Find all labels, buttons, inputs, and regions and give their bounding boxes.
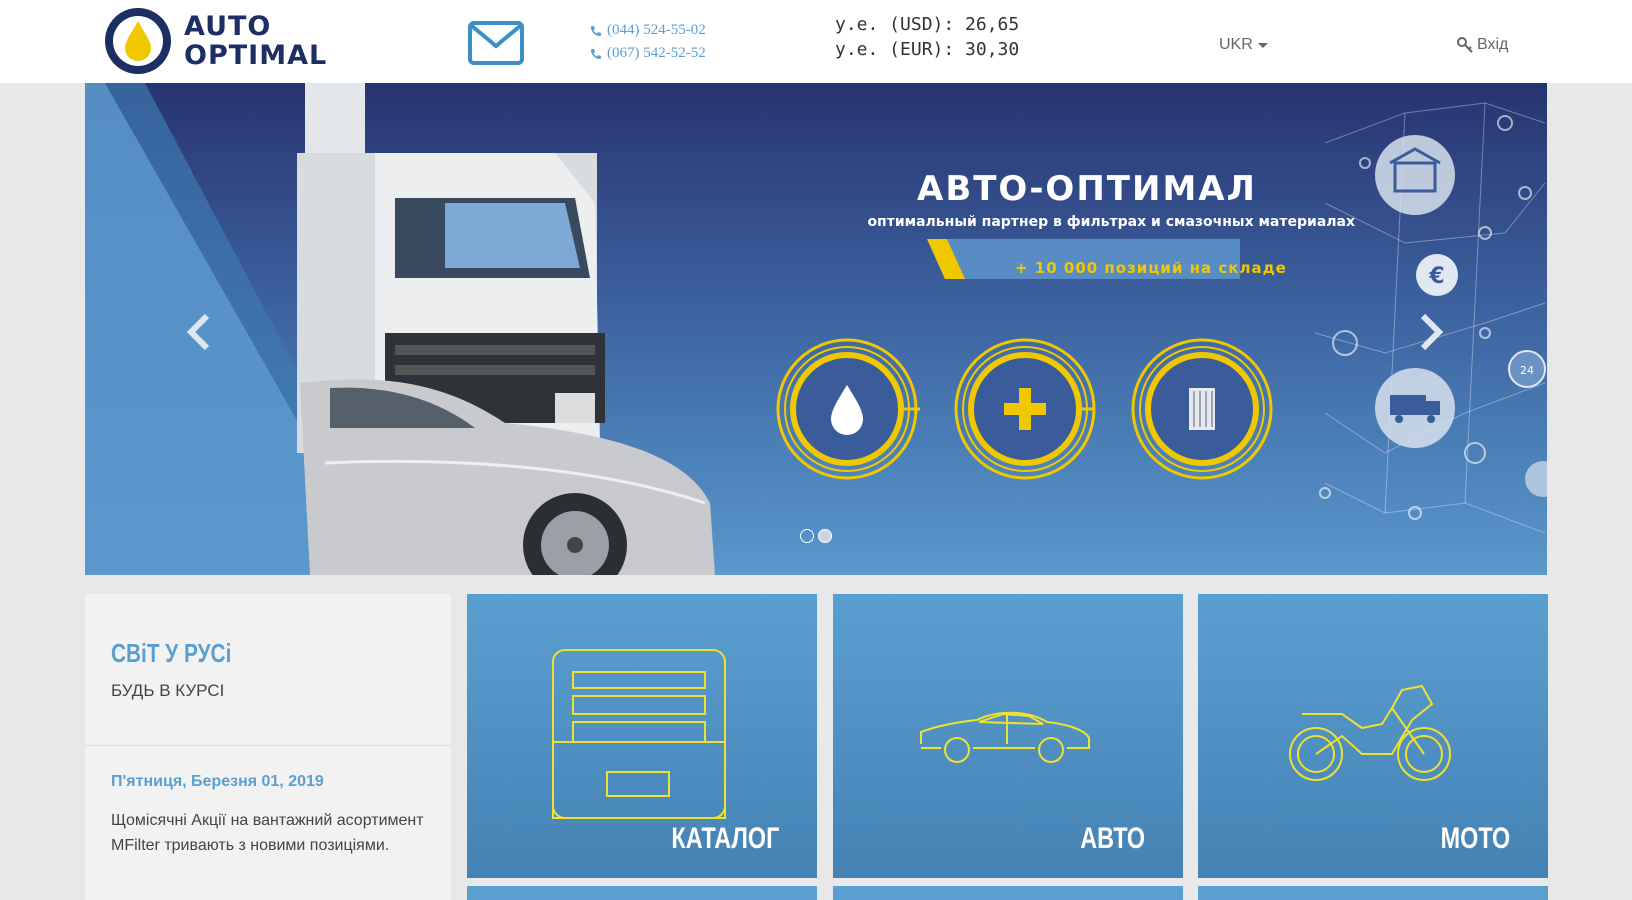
rate-eur: у.е. (EUR): 30,30 — [835, 39, 1020, 60]
hero-illustration: € 24 — [85, 83, 1547, 575]
caret-down-icon — [1257, 42, 1268, 48]
euro-icon: € — [1416, 254, 1458, 296]
stock-badge: + 10 000 позиций на складе — [1015, 259, 1287, 277]
news-divider — [85, 745, 451, 746]
rate-usd: у.е. (USD): 26,65 — [835, 14, 1020, 35]
tile-label: АВТО — [1080, 822, 1145, 855]
svg-text:24: 24 — [1520, 364, 1534, 377]
phone-number-2: (067) 542-52-52 — [607, 45, 706, 61]
key-icon — [1457, 37, 1473, 53]
plus-icon — [954, 338, 1096, 480]
filter-icon — [1131, 338, 1273, 480]
language-selector[interactable]: UKR — [1219, 36, 1268, 54]
news-subtitle: БУДЬ В КУРСІ — [111, 681, 225, 700]
logo-line-2: OPTIMAL — [184, 40, 328, 71]
phone-icon — [591, 48, 601, 59]
login-link[interactable]: Вхід — [1456, 36, 1508, 54]
svg-text:€: € — [1428, 264, 1444, 289]
oil-drop-logo-icon — [105, 8, 171, 74]
box-icon — [1375, 135, 1455, 215]
catalog-icon — [552, 649, 726, 819]
phone-icon — [591, 25, 601, 36]
car-icon — [920, 711, 1090, 763]
drop-icon — [776, 338, 918, 480]
logo-line-1: AUTO — [184, 11, 272, 42]
phone-list: (044) 524-55-02 (067) 542-52-52 — [590, 19, 706, 65]
news-panel: СВіТ У РУСі БУДЬ В КУРСІ П'ятниця, Берез… — [85, 594, 451, 900]
phone-item[interactable]: (044) 524-55-02 — [590, 19, 706, 42]
site-header: AUTO OPTIMAL (044) 524-55-02 (067) 542-5… — [0, 0, 1632, 83]
tile-row-2[interactable] — [1198, 886, 1548, 900]
slider-pagination — [800, 529, 832, 543]
logo-text: AUTO OPTIMAL — [184, 12, 327, 70]
truck-icon — [1375, 368, 1455, 448]
news-text[interactable]: Щомісячні Акції на вантажний асортимент … — [111, 808, 431, 858]
slider-next-arrow-icon[interactable] — [1415, 312, 1445, 352]
phone-number-1: (044) 524-55-02 — [607, 22, 706, 38]
slider-dot-2[interactable] — [818, 529, 832, 543]
hero-subtitle: оптимальный партнер в фильтрах и смазочн… — [867, 214, 1355, 230]
slider-prev-arrow-icon[interactable] — [185, 312, 215, 352]
tile-moto[interactable]: МОТО — [1198, 594, 1548, 878]
tile-label: МОТО — [1440, 822, 1510, 855]
tile-catalog[interactable]: КАТАЛОГ — [467, 594, 817, 878]
login-label: Вхід — [1477, 36, 1509, 53]
clock-24-icon: 24 — [1508, 350, 1546, 388]
motorcycle-icon — [1289, 684, 1451, 781]
mail-icon[interactable] — [468, 20, 524, 66]
tile-row-2[interactable] — [467, 886, 817, 900]
news-date: П'ятниця, Березня 01, 2019 — [111, 773, 324, 790]
phone-item[interactable]: (067) 542-52-52 — [590, 42, 706, 65]
language-label: UKR — [1219, 36, 1253, 53]
tile-row-2[interactable] — [833, 886, 1183, 900]
currency-rates: у.е. (USD): 26,65 у.е. (EUR): 30,30 — [835, 12, 1019, 62]
site-logo[interactable]: AUTO OPTIMAL — [103, 5, 329, 77]
hero-slider: € 24 АВТО-ОПТИМАЛ оптимальный партнер в … — [85, 83, 1547, 575]
tile-auto[interactable]: АВТО — [833, 594, 1183, 878]
hero-title: АВТО-ОПТИМАЛ — [917, 169, 1257, 209]
tile-label: КАТАЛОГ — [671, 822, 779, 855]
slider-dot-1[interactable] — [800, 529, 814, 543]
news-title[interactable]: СВіТ У РУСі — [111, 638, 231, 669]
